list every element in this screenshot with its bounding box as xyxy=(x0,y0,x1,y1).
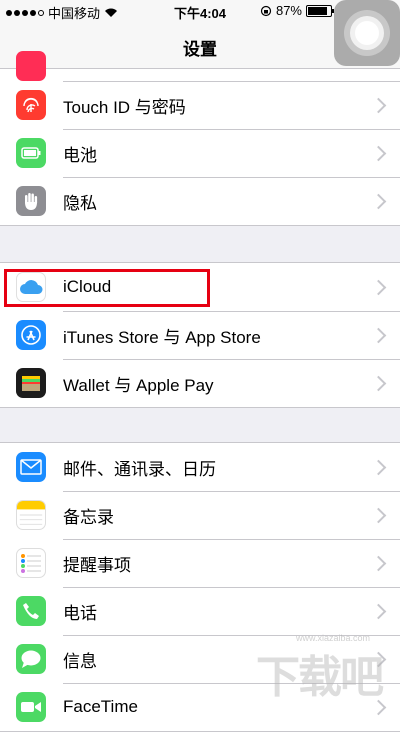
settings-row-phone[interactable]: 电话 xyxy=(0,587,400,635)
battery-percentage: 87% xyxy=(275,3,302,18)
assistive-touch-button[interactable] xyxy=(334,0,400,66)
settings-row-reminders[interactable]: 提醒事项 xyxy=(0,539,400,587)
highlight-box xyxy=(4,269,210,307)
fingerprint-icon xyxy=(16,90,46,120)
settings-row-touch-id[interactable]: Touch ID 与密码 xyxy=(0,81,400,129)
battery-icon xyxy=(16,138,46,168)
app-store-icon xyxy=(16,320,46,350)
chevron-right-icon xyxy=(370,555,387,571)
battery-info: 87% xyxy=(260,3,334,18)
row-label: 提醒事项 xyxy=(63,555,131,575)
mail-icon xyxy=(16,452,46,482)
chevron-right-icon xyxy=(370,97,387,113)
chevron-right-icon xyxy=(370,603,387,619)
battery-icon xyxy=(306,4,334,17)
chevron-right-icon xyxy=(370,375,387,391)
chevron-right-icon xyxy=(370,459,387,475)
facetime-icon xyxy=(16,692,46,722)
reminders-icon xyxy=(16,548,46,578)
chevron-right-icon xyxy=(370,193,387,209)
wallet-icon xyxy=(16,368,46,398)
watermark-logo: 下载吧 xyxy=(256,652,384,703)
hand-icon xyxy=(16,186,46,216)
rotation-lock-icon xyxy=(260,5,272,16)
phone-icon xyxy=(16,596,46,626)
settings-row-battery[interactable]: 电池 xyxy=(0,129,400,177)
row-label: Touch ID 与密码 xyxy=(63,97,186,117)
chevron-right-icon xyxy=(370,279,387,295)
row-label: FaceTime xyxy=(63,697,138,716)
chevron-right-icon xyxy=(370,145,387,161)
settings-row-wallet[interactable]: Wallet 与 Apple Pay xyxy=(0,359,400,407)
row-label: 备忘录 xyxy=(63,507,114,527)
settings-group-security: Touch ID 与密码 电池 隐私 xyxy=(0,51,400,226)
chevron-right-icon xyxy=(370,507,387,523)
row-label: 隐私 xyxy=(63,193,97,213)
settings-row-privacy[interactable]: 隐私 xyxy=(0,177,400,225)
chevron-right-icon xyxy=(370,327,387,343)
partially-visible-row xyxy=(0,51,400,81)
row-label: iTunes Store 与 App Store xyxy=(63,327,261,347)
row-label: 邮件、通讯录、日历 xyxy=(63,459,216,479)
row-label: 信息 xyxy=(63,651,97,671)
messages-icon xyxy=(16,644,46,674)
row-label: Wallet 与 Apple Pay xyxy=(63,375,214,395)
partial-icon xyxy=(16,51,46,81)
settings-row-itunes-app-store[interactable]: iTunes Store 与 App Store xyxy=(0,311,400,359)
settings-row-mail-contacts-calendar[interactable]: 邮件、通讯录、日历 xyxy=(0,443,400,491)
notes-icon xyxy=(16,500,46,530)
row-label: 电池 xyxy=(63,145,97,165)
settings-row-notes[interactable]: 备忘录 xyxy=(0,491,400,539)
row-label: 电话 xyxy=(63,603,97,623)
